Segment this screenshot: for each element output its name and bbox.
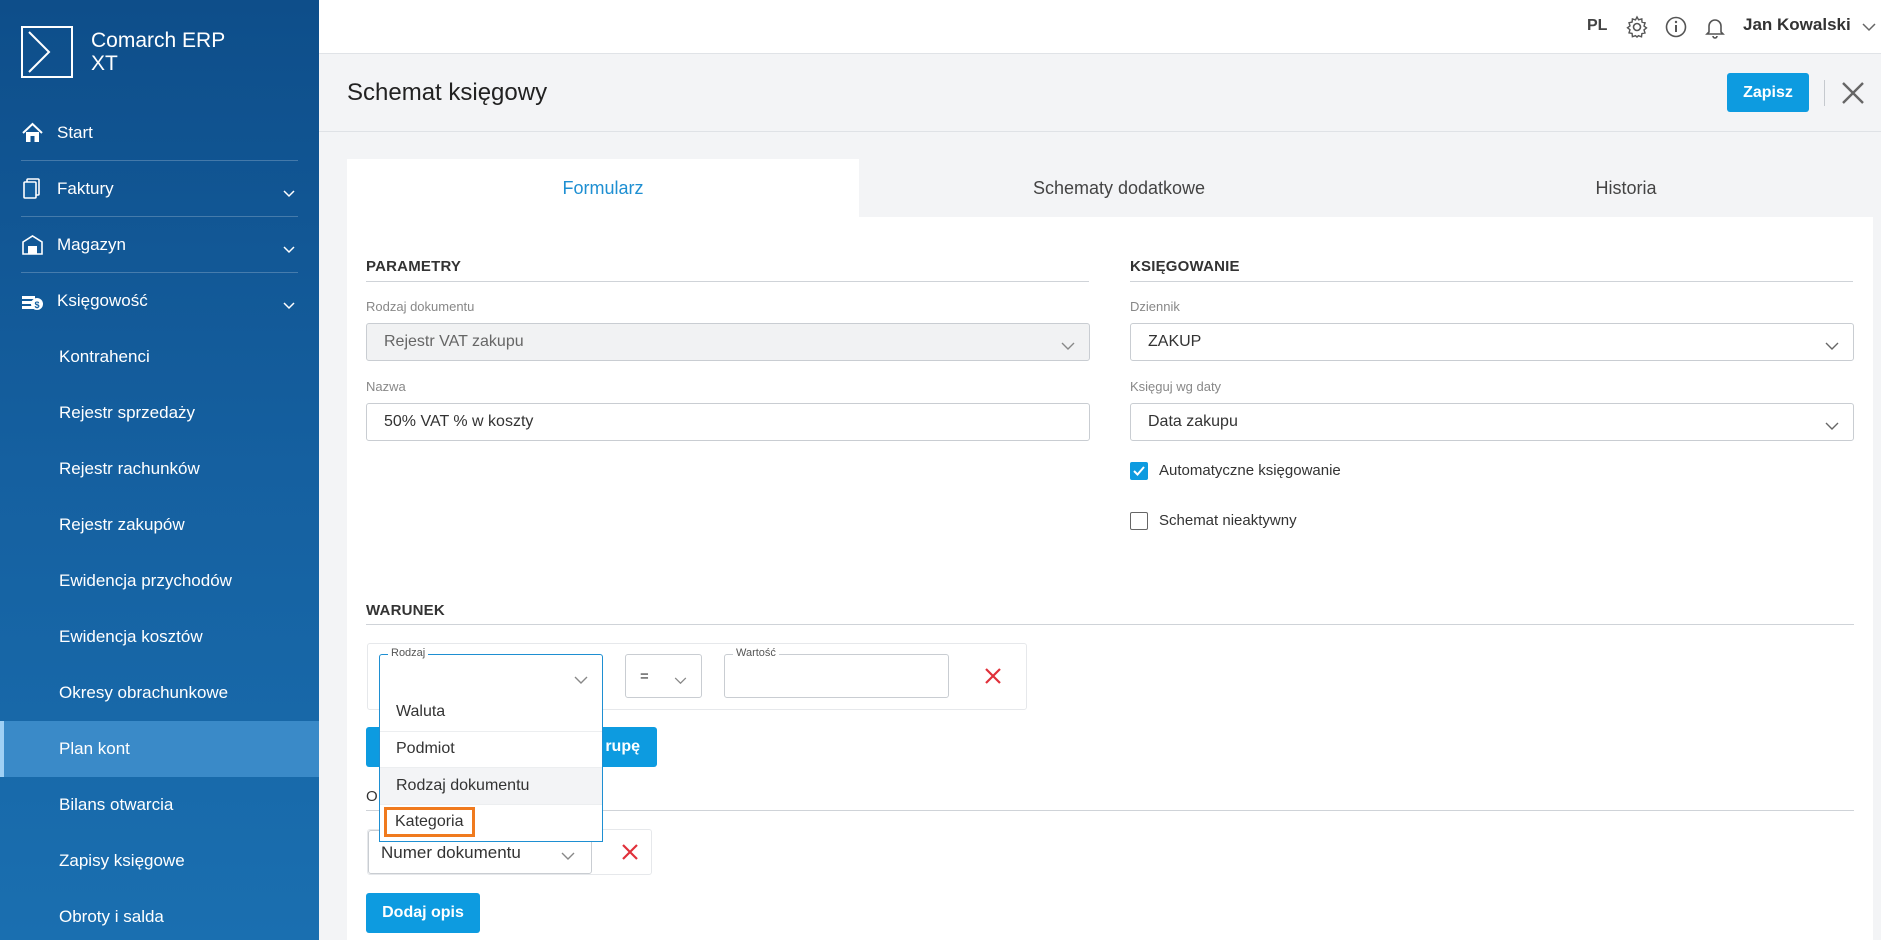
select-value: Numer dokumentu <box>381 843 521 862</box>
field-label: Dziennik <box>1130 299 1180 314</box>
select-value: ZAKUP <box>1148 333 1202 350</box>
chevron-down-icon <box>283 239 295 259</box>
highlighted-option-label: Kategoria <box>384 807 475 838</box>
sidebar: Comarch ERP XT Start Faktury Magazyn $ K… <box>0 0 319 940</box>
section-title-parametry: PARAMETRY <box>366 258 462 275</box>
section-divider <box>366 281 1089 282</box>
button-label: rupę <box>605 738 640 755</box>
posting-date-select[interactable]: Data zakupu <box>1130 403 1854 441</box>
close-icon[interactable] <box>1840 80 1866 106</box>
bell-icon[interactable] <box>1703 15 1727 39</box>
auto-posting-checkbox[interactable] <box>1130 462 1148 480</box>
section-title-ksiegowanie: KSIĘGOWANIE <box>1130 258 1240 275</box>
chevron-down-icon <box>283 183 295 203</box>
sidebar-item-label: Start <box>57 123 93 142</box>
check-icon <box>1133 466 1145 476</box>
documents-icon <box>21 178 44 200</box>
tab-historia[interactable]: Historia <box>1379 159 1873 217</box>
section-divider <box>1130 281 1853 282</box>
section-divider <box>366 624 1854 625</box>
sidebar-item-label: Faktury <box>57 179 114 198</box>
field-label: Rodzaj dokumentu <box>366 299 475 314</box>
sidebar-subitem-plan-kont[interactable]: Plan kont <box>0 721 319 777</box>
select-value: Rejestr VAT zakupu <box>384 333 524 350</box>
tab-schematy-dodatkowe[interactable]: Schematy dodatkowe <box>859 159 1379 217</box>
condition-kind-dropdown: Waluta Podmiot Rodzaj dokumentu Kategori… <box>379 694 603 842</box>
sidebar-subitem-rejestr-rachunkow[interactable]: Rejestr rachunków <box>0 441 319 497</box>
select-value: = <box>640 668 649 685</box>
chevron-down-icon <box>574 672 588 690</box>
sidebar-subitem-obroty-i-salda[interactable]: Obroty i salda <box>0 889 319 940</box>
chevron-down-icon <box>283 295 295 315</box>
gear-icon[interactable] <box>1625 15 1649 39</box>
chevron-down-icon <box>561 848 575 866</box>
chevron-down-icon <box>1825 338 1839 356</box>
app-name: Comarch ERP XT <box>91 29 225 75</box>
section-title-warunek: WARUNEK <box>366 602 445 619</box>
sidebar-subitem-okresy-obrachunkowe[interactable]: Okresy obrachunkowe <box>0 665 319 721</box>
chevron-down-icon <box>1061 338 1075 356</box>
field-label: Rodzaj <box>388 647 429 659</box>
info-icon[interactable] <box>1664 15 1688 39</box>
sidebar-subitem-rejestr-zakupow[interactable]: Rejestr zakupów <box>0 497 319 553</box>
sidebar-item-ksiegowosc[interactable]: $ Księgowość <box>0 273 319 329</box>
input-value: 50% VAT % w koszty <box>384 413 534 430</box>
sidebar-subitem-bilans-otwarcia[interactable]: Bilans otwarcia <box>0 777 319 833</box>
logo-mark-icon <box>21 26 73 78</box>
svg-text:$: $ <box>34 300 39 310</box>
checkbox-label: Schemat nieaktywny <box>1159 512 1297 529</box>
sidebar-subitem-kontrahenci[interactable]: Kontrahenci <box>0 329 319 385</box>
dropdown-option-kategoria[interactable]: Kategoria <box>380 803 602 841</box>
condition-value-input[interactable]: Wartość <box>724 647 949 698</box>
inactive-schema-checkbox[interactable] <box>1130 512 1148 530</box>
sidebar-subitem-zapisy-ksiegowe[interactable]: Zapisy księgowe <box>0 833 319 889</box>
journal-select[interactable]: ZAKUP <box>1130 323 1854 361</box>
add-description-button[interactable]: Dodaj opis <box>366 893 480 933</box>
tab-formularz[interactable]: Formularz <box>347 159 859 217</box>
tab-bar: Formularz Schematy dodatkowe Historia <box>347 159 1873 217</box>
field-label: Księguj wg daty <box>1130 379 1222 394</box>
checkbox-label: Automatyczne księgowanie <box>1159 462 1341 479</box>
header-divider <box>1824 80 1825 106</box>
field-label: Wartość <box>733 647 779 659</box>
sidebar-item-start[interactable]: Start <box>0 105 319 161</box>
header-separator <box>319 131 1881 132</box>
chevron-down-icon[interactable] <box>1862 19 1876 37</box>
sidebar-subitem-rejestr-sprzedazy[interactable]: Rejestr sprzedaży <box>0 385 319 441</box>
delete-description-icon[interactable] <box>621 843 639 861</box>
delete-condition-icon[interactable] <box>984 667 1002 685</box>
user-name[interactable]: Jan Kowalski <box>1743 15 1851 35</box>
sidebar-item-label: Magazyn <box>57 235 126 254</box>
document-type-select: Rejestr VAT zakupu <box>366 323 1090 361</box>
sidebar-item-magazyn[interactable]: Magazyn <box>0 217 319 273</box>
operator-select[interactable]: = <box>625 654 702 698</box>
language-switch[interactable]: PL <box>1587 17 1607 35</box>
accounting-icon: $ <box>21 290 44 312</box>
app-logo[interactable]: Comarch ERP XT <box>21 26 241 78</box>
page-title: Schemat księgowy <box>347 79 548 106</box>
field-label: Nazwa <box>366 379 406 394</box>
save-button[interactable]: Zapisz <box>1727 73 1809 112</box>
dropdown-option-waluta[interactable]: Waluta <box>380 694 602 731</box>
sidebar-nav: Start Faktury Magazyn $ Księgowość Kontr… <box>0 105 319 940</box>
dropdown-option-rodzaj-dokumentu[interactable]: Rodzaj dokumentu <box>380 767 602 804</box>
select-value: Data zakupu <box>1148 413 1238 430</box>
top-bar: PL Jan Kowalski <box>319 0 1881 54</box>
section-title-opis: O <box>366 788 378 805</box>
sidebar-item-label: Księgowość <box>57 291 148 310</box>
home-icon <box>21 122 44 144</box>
condition-kind-select[interactable]: Rodzaj <box>379 647 603 698</box>
warehouse-icon <box>21 234 44 256</box>
dropdown-option-podmiot[interactable]: Podmiot <box>380 730 602 768</box>
name-input[interactable]: 50% VAT % w koszty <box>366 403 1090 441</box>
sidebar-subitem-ewidencja-kosztow[interactable]: Ewidencja kosztów <box>0 609 319 665</box>
sidebar-item-faktury[interactable]: Faktury <box>0 161 319 217</box>
chevron-down-icon <box>674 672 687 690</box>
chevron-down-icon <box>1825 418 1839 436</box>
sidebar-subitem-ewidencja-przychodow[interactable]: Ewidencja przychodów <box>0 553 319 609</box>
